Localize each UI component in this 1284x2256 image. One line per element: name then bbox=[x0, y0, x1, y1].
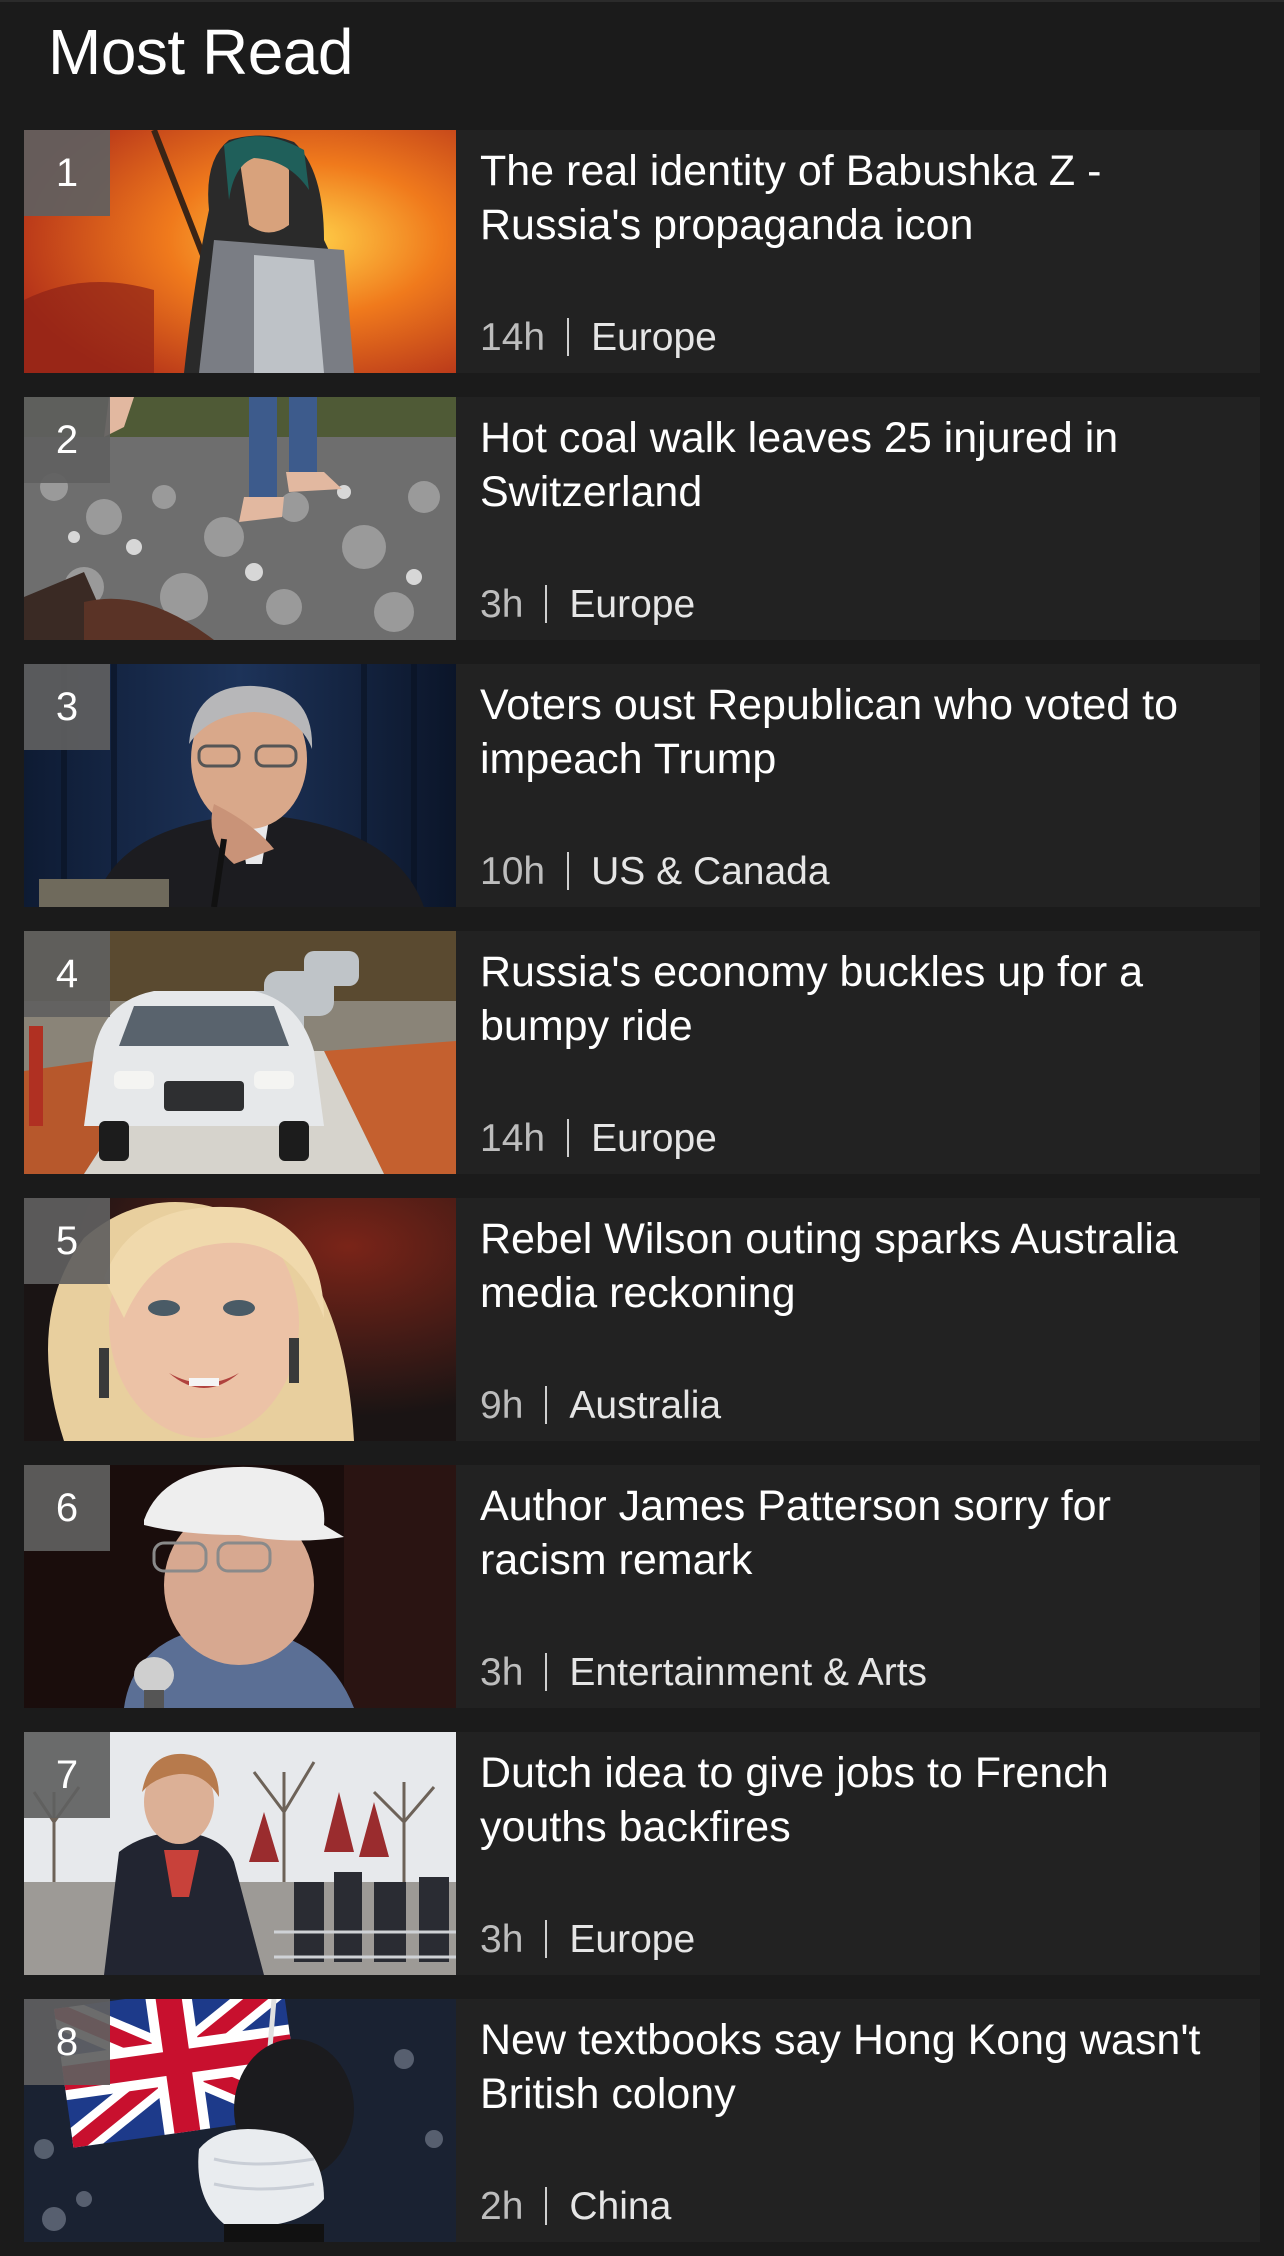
article-time: 14h bbox=[480, 316, 546, 359]
most-read-page: Most Read 1 The real identity of Babushk… bbox=[0, 0, 1284, 2256]
rank-badge: 3 bbox=[24, 664, 110, 750]
article-thumbnail[interactable]: 7 bbox=[24, 1732, 456, 1975]
article-headline[interactable]: The real identity of Babushka Z - Russia… bbox=[480, 144, 1220, 252]
meta-divider bbox=[545, 1653, 548, 1691]
list-item[interactable]: 4 Russia's economy buckles up for a bump… bbox=[24, 931, 1260, 1174]
article-headline[interactable]: Hot coal walk leaves 25 injured in Switz… bbox=[480, 411, 1220, 519]
article-category[interactable]: Europe bbox=[591, 316, 717, 359]
article-category[interactable]: Australia bbox=[569, 1384, 721, 1427]
article-time: 3h bbox=[480, 583, 524, 626]
article-headline[interactable]: New textbooks say Hong Kong wasn't Briti… bbox=[480, 2013, 1220, 2121]
rank-badge: 5 bbox=[24, 1198, 110, 1284]
article-headline[interactable]: Rebel Wilson outing sparks Australia med… bbox=[480, 1212, 1220, 1320]
article-meta: 14h Europe bbox=[480, 1114, 717, 1164]
meta-divider bbox=[545, 1920, 548, 1958]
meta-divider bbox=[567, 1119, 570, 1157]
rank-badge: 8 bbox=[24, 1999, 110, 2085]
article-category[interactable]: US & Canada bbox=[591, 850, 829, 893]
article-meta: 10h US & Canada bbox=[480, 847, 830, 897]
article-body: Rebel Wilson outing sparks Australia med… bbox=[456, 1198, 1260, 1441]
meta-divider bbox=[567, 318, 570, 356]
article-meta: 2h China bbox=[480, 2182, 671, 2232]
meta-divider bbox=[545, 2187, 548, 2225]
article-time: 3h bbox=[480, 1651, 524, 1694]
article-thumbnail[interactable]: 5 bbox=[24, 1198, 456, 1441]
list-item[interactable]: 7 Dutch idea to give jobs to French yout… bbox=[24, 1732, 1260, 1975]
article-category[interactable]: Entertainment & Arts bbox=[569, 1651, 927, 1694]
article-body: Russia's economy buckles up for a bumpy … bbox=[456, 931, 1260, 1174]
article-meta: 3h Entertainment & Arts bbox=[480, 1648, 927, 1698]
rank-badge: 2 bbox=[24, 397, 110, 483]
article-time: 10h bbox=[480, 850, 546, 893]
meta-divider bbox=[545, 585, 548, 623]
most-read-list: 1 The real identity of Babushka Z - Russ… bbox=[24, 130, 1260, 2256]
rank-badge: 1 bbox=[24, 130, 110, 216]
article-body: Dutch idea to give jobs to French youths… bbox=[456, 1732, 1260, 1975]
article-meta: 3h Europe bbox=[480, 580, 695, 630]
article-meta: 3h Europe bbox=[480, 1915, 695, 1965]
article-body: Author James Patterson sorry for racism … bbox=[456, 1465, 1260, 1708]
list-item[interactable]: 2 Hot coal walk leaves 25 injured in Swi… bbox=[24, 397, 1260, 640]
article-body: Hot coal walk leaves 25 injured in Switz… bbox=[456, 397, 1260, 640]
list-item[interactable]: 1 The real identity of Babushka Z - Russ… bbox=[24, 130, 1260, 373]
meta-divider bbox=[567, 852, 570, 890]
article-time: 14h bbox=[480, 1117, 546, 1160]
article-body: The real identity of Babushka Z - Russia… bbox=[456, 130, 1260, 373]
article-time: 9h bbox=[480, 1384, 524, 1427]
article-thumbnail[interactable]: 1 bbox=[24, 130, 456, 373]
article-category[interactable]: Europe bbox=[569, 583, 695, 626]
list-item[interactable]: 3 Voters oust Republican who voted to im… bbox=[24, 664, 1260, 907]
article-headline[interactable]: Russia's economy buckles up for a bumpy … bbox=[480, 945, 1220, 1053]
article-thumbnail[interactable]: 2 bbox=[24, 397, 456, 640]
article-headline[interactable]: Dutch idea to give jobs to French youths… bbox=[480, 1746, 1220, 1854]
list-item[interactable]: 6 Author James Patterson sorry for racis… bbox=[24, 1465, 1260, 1708]
article-time: 2h bbox=[480, 2185, 524, 2228]
article-body: New textbooks say Hong Kong wasn't Briti… bbox=[456, 1999, 1260, 2242]
article-body: Voters oust Republican who voted to impe… bbox=[456, 664, 1260, 907]
article-headline[interactable]: Author James Patterson sorry for racism … bbox=[480, 1479, 1220, 1587]
article-category[interactable]: China bbox=[569, 2185, 671, 2228]
article-thumbnail[interactable]: 8 bbox=[24, 1999, 456, 2242]
meta-divider bbox=[545, 1386, 548, 1424]
article-meta: 14h Europe bbox=[480, 313, 717, 363]
section-title: Most Read bbox=[48, 16, 353, 88]
article-thumbnail[interactable]: 3 bbox=[24, 664, 456, 907]
article-headline[interactable]: Voters oust Republican who voted to impe… bbox=[480, 678, 1220, 786]
rank-badge: 6 bbox=[24, 1465, 110, 1551]
article-meta: 9h Australia bbox=[480, 1381, 721, 1431]
article-thumbnail[interactable]: 4 bbox=[24, 931, 456, 1174]
list-item[interactable]: 8 New textbooks say Hong Kong wasn't Bri… bbox=[24, 1999, 1260, 2242]
list-item[interactable]: 5 Rebel Wilson outing sparks Australia m… bbox=[24, 1198, 1260, 1441]
rank-badge: 4 bbox=[24, 931, 110, 1017]
article-time: 3h bbox=[480, 1918, 524, 1961]
rank-badge: 7 bbox=[24, 1732, 110, 1818]
article-category[interactable]: Europe bbox=[569, 1918, 695, 1961]
article-category[interactable]: Europe bbox=[591, 1117, 717, 1160]
article-thumbnail[interactable]: 6 bbox=[24, 1465, 456, 1708]
